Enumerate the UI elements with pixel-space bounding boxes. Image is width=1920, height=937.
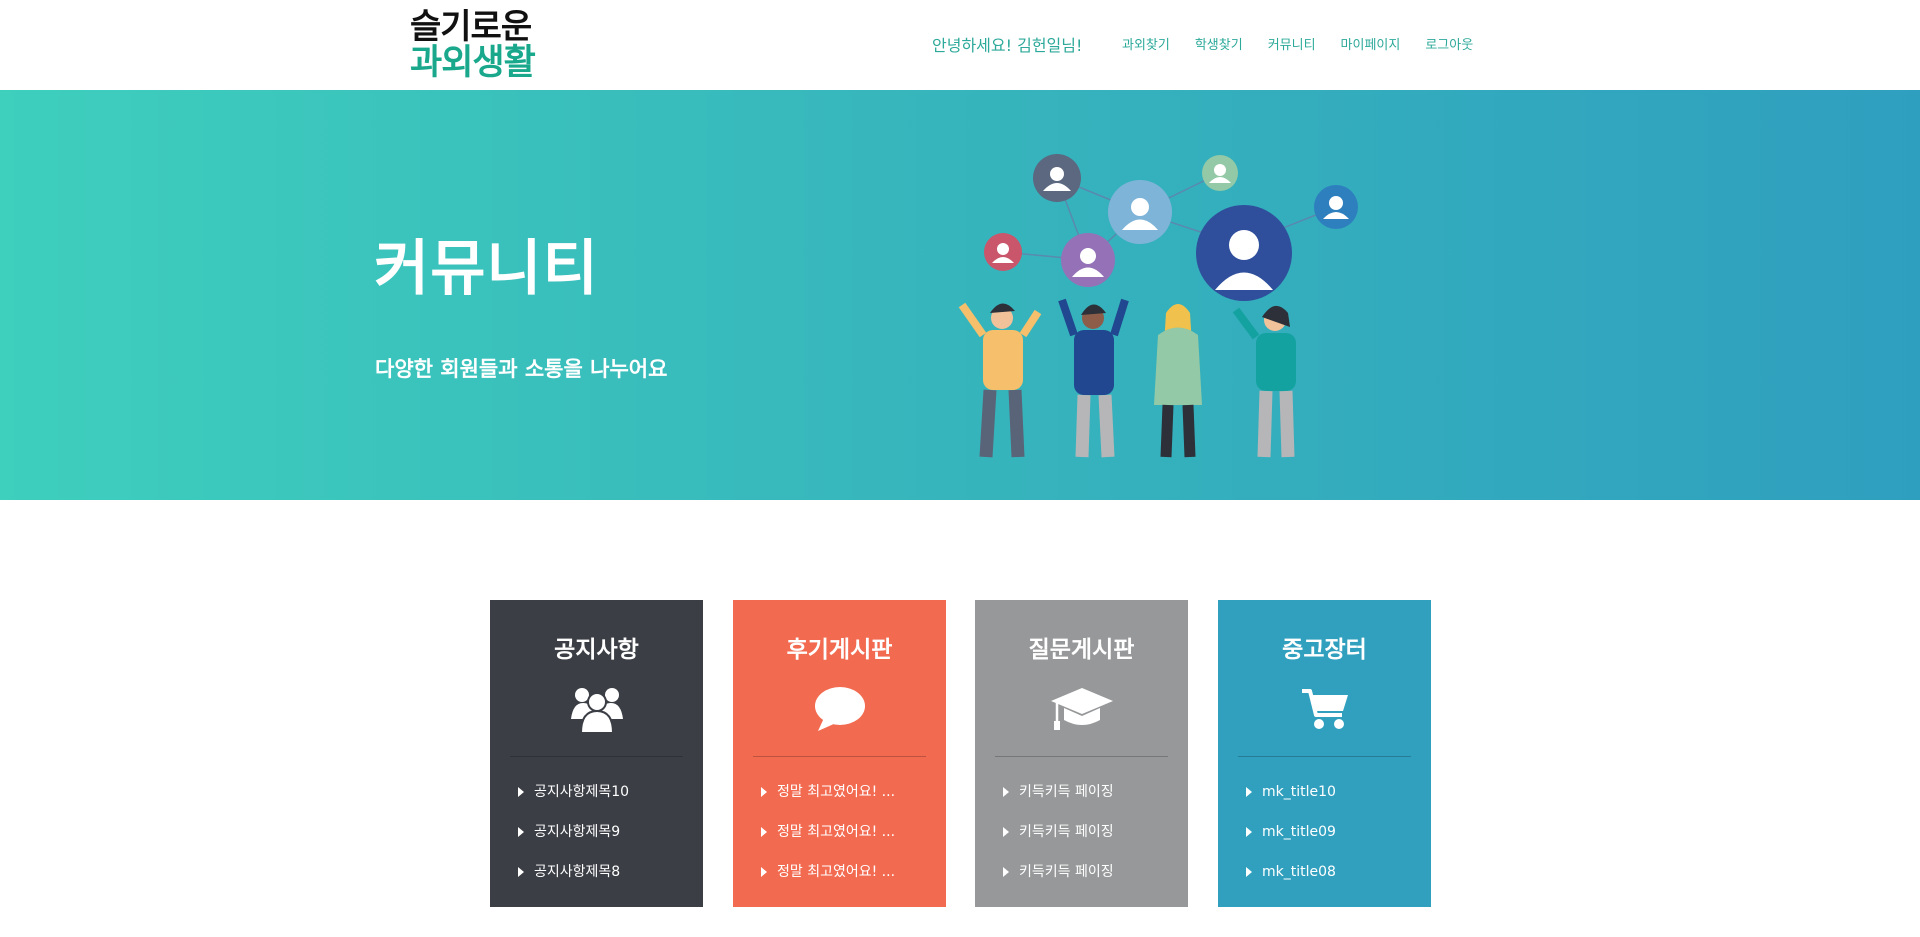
card-title: 후기게시판 [786, 637, 893, 663]
caret-right-icon [761, 867, 767, 877]
speech-bubble-icon [733, 684, 946, 734]
list-item-label: 키득키득 페이징 [1019, 824, 1114, 840]
caret-right-icon [1003, 787, 1009, 797]
market-board-card[interactable]: 중고장터 mk_title10 mk_title09 mk_title08 [1218, 600, 1431, 907]
card-list: mk_title10 mk_title09 mk_title08 [1246, 782, 1421, 902]
list-item[interactable]: 정말 최고였어요! ... [761, 782, 936, 822]
card-title: 공지사항 [554, 637, 639, 663]
user-greeting: 안녕하세요! 김헌일님! [932, 36, 1083, 55]
caret-right-icon [518, 827, 524, 837]
review-board-card[interactable]: 후기게시판 정말 최고였어요! ... 정말 최고였어요! ... 정말 최고였… [733, 600, 946, 907]
graduation-cap-icon [975, 684, 1188, 734]
caret-right-icon [518, 787, 524, 797]
list-item[interactable]: mk_title10 [1246, 782, 1421, 822]
list-item-label: mk_title08 [1262, 864, 1336, 880]
caret-right-icon [1246, 867, 1252, 877]
list-item[interactable]: 정말 최고였어요! ... [761, 862, 936, 902]
list-item[interactable]: 키득키득 페이징 [1003, 782, 1178, 822]
list-item-label: 공지사항제목10 [534, 784, 630, 800]
list-item-label: 정말 최고였어요! ... [777, 864, 896, 880]
caret-right-icon [761, 787, 767, 797]
shopping-cart-icon [1218, 684, 1431, 734]
site-header: 슬기로운 과외생활 안녕하세요! 김헌일님! 과외찾기 학생찾기 커뮤니티 마이… [0, 0, 1920, 90]
card-list: 키득키득 페이징 키득키득 페이징 키득키득 페이징 [1003, 782, 1178, 902]
list-item-label: 공지사항제목8 [534, 864, 621, 880]
card-divider [753, 756, 926, 757]
list-item-label: 키득키득 페이징 [1019, 864, 1114, 880]
users-icon [490, 684, 703, 734]
list-item-label: 정말 최고였어요! ... [777, 824, 896, 840]
card-list: 정말 최고였어요! ... 정말 최고였어요! ... 정말 최고였어요! ..… [761, 782, 936, 902]
list-item-label: 공지사항제목9 [534, 824, 621, 840]
hero-subtitle: 다양한 회원들과 소통을 나누어요 [375, 357, 668, 381]
caret-right-icon [1246, 787, 1252, 797]
list-item[interactable]: 공지사항제목9 [518, 822, 693, 862]
caret-right-icon [518, 867, 524, 877]
question-board-card[interactable]: 질문게시판 키득키득 페이징 키득키득 페이징 키득키득 페이징 [975, 600, 1188, 907]
nav-logout[interactable]: 로그아웃 [1425, 34, 1473, 53]
card-divider [510, 756, 683, 757]
site-logo[interactable]: 슬기로운 과외생활 [410, 7, 536, 83]
nav-community[interactable]: 커뮤니티 [1268, 34, 1316, 53]
list-item[interactable]: mk_title08 [1246, 862, 1421, 902]
list-item[interactable]: 키득키득 페이징 [1003, 862, 1178, 902]
nav-mypage[interactable]: 마이페이지 [1341, 34, 1401, 53]
caret-right-icon [761, 827, 767, 837]
card-divider [995, 756, 1168, 757]
card-title: 중고장터 [1282, 637, 1367, 663]
people-figures [958, 298, 1296, 458]
nav-find-tutor[interactable]: 과외찾기 [1122, 34, 1170, 53]
caret-right-icon [1003, 827, 1009, 837]
community-illustration [958, 154, 1358, 458]
nav-find-student[interactable]: 학생찾기 [1195, 34, 1243, 53]
hero-banner: 커뮤니티 다양한 회원들과 소통을 나누어요 [0, 90, 1920, 500]
list-item[interactable]: mk_title09 [1246, 822, 1421, 862]
list-item-label: mk_title09 [1262, 824, 1336, 840]
notice-board-card[interactable]: 공지사항 공지사항제목10 공지사항제목9 공지사항제목8 [490, 600, 703, 907]
logo-line2: 과외생활 [410, 43, 536, 83]
caret-right-icon [1246, 827, 1252, 837]
caret-right-icon [1003, 867, 1009, 877]
list-item[interactable]: 공지사항제목8 [518, 862, 693, 902]
hero-title: 커뮤니티 [374, 234, 599, 304]
list-item[interactable]: 정말 최고였어요! ... [761, 822, 936, 862]
network-avatars [984, 154, 1358, 301]
list-item[interactable]: 키득키득 페이징 [1003, 822, 1178, 862]
list-item-label: mk_title10 [1262, 784, 1336, 800]
card-divider [1238, 756, 1411, 757]
list-item-label: 키득키득 페이징 [1019, 784, 1114, 800]
list-item[interactable]: 공지사항제목10 [518, 782, 693, 822]
card-list: 공지사항제목10 공지사항제목9 공지사항제목8 [518, 782, 693, 902]
card-title: 질문게시판 [1028, 637, 1135, 663]
logo-line1: 슬기로운 [410, 7, 532, 47]
main-nav: 과외찾기 학생찾기 커뮤니티 마이페이지 로그아웃 [1122, 34, 1498, 53]
list-item-label: 정말 최고였어요! ... [777, 784, 896, 800]
